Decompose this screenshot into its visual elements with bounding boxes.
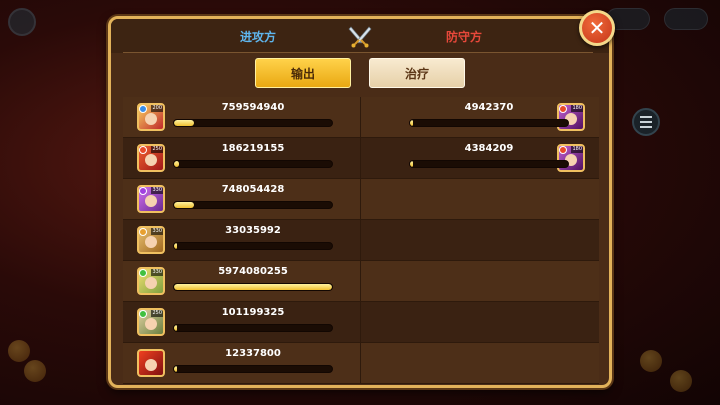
hero-portrait-2[interactable]: 250	[137, 144, 165, 172]
hero-face	[145, 236, 157, 248]
defender-damage-value: 4384209	[464, 143, 514, 154]
damage-bar-fill	[410, 120, 414, 126]
battle-stats-panel: 进攻方 防守方 输出 治疗 200 759594940 250 186219155 33…	[108, 16, 612, 388]
element-gem-icon	[139, 310, 147, 318]
panel-header: 进攻方 防守方	[111, 19, 609, 53]
attacker-damage-value: 748054428	[221, 184, 285, 195]
header-divider	[123, 52, 593, 53]
background-coin-icon	[24, 360, 46, 382]
close-button[interactable]: ✕	[579, 10, 615, 46]
hero-portrait-5[interactable]: 330	[137, 267, 165, 295]
attacker-damage-bar	[173, 242, 333, 250]
hero-portrait-3[interactable]: 330	[137, 185, 165, 213]
hero-portrait-6[interactable]: 250	[137, 308, 165, 336]
tab-output[interactable]: 输出	[255, 58, 351, 88]
hero-level: 330	[151, 269, 163, 276]
hero-face	[145, 277, 157, 289]
hero-level: 180	[571, 146, 583, 153]
hero-level: 330	[151, 228, 163, 235]
damage-bar-fill	[174, 161, 179, 167]
hero-level: 330	[151, 187, 163, 194]
attacker-damage-bar	[173, 119, 333, 127]
defender-damage-bar	[409, 160, 569, 168]
hero-portrait-4[interactable]: 330	[137, 226, 165, 254]
element-gem-icon	[139, 187, 147, 195]
attacker-damage-bar	[173, 201, 333, 209]
background-coin-icon	[8, 340, 30, 362]
hero-level: 250	[151, 310, 163, 317]
attacker-damage-value: 186219155	[221, 143, 285, 154]
element-gem-icon	[139, 228, 147, 236]
attacker-damage-value: 33035992	[225, 225, 281, 236]
attack-side-label: 进攻方	[239, 30, 276, 44]
damage-bar-fill	[410, 161, 414, 167]
element-gem-icon	[139, 146, 147, 154]
attacker-damage-value: 759594940	[221, 102, 285, 113]
hero-face	[145, 113, 157, 125]
column-divider	[360, 97, 361, 383]
background-coin-icon	[640, 350, 662, 372]
attacker-damage-bar	[173, 160, 333, 168]
stats-rows: 200 759594940 250 186219155 330 748054428 330 3…	[123, 97, 599, 384]
defender-damage-value: 4942370	[464, 102, 514, 113]
element-gem-icon	[139, 269, 147, 277]
background-pause-button	[664, 8, 708, 30]
hero-face	[145, 318, 157, 330]
attacker-damage-bar	[173, 324, 333, 332]
list-menu-icon[interactable]	[632, 108, 660, 136]
damage-bar-fill	[174, 202, 194, 208]
defender-damage-bar	[409, 119, 569, 127]
hero-portrait-7[interactable]	[137, 349, 165, 377]
attacker-damage-value: 101199325	[221, 307, 285, 318]
hero-level: 200	[151, 105, 163, 112]
hero-level: 180	[571, 105, 583, 112]
background-coin-icon	[670, 370, 692, 392]
tab-heal[interactable]: 治疗	[369, 58, 465, 88]
damage-bar-fill	[174, 325, 178, 331]
attacker-damage-value: 12337800	[225, 348, 281, 359]
hero-face	[145, 195, 157, 207]
damage-bar-fill	[174, 284, 332, 290]
defense-side-label: 防守方	[445, 30, 482, 44]
damage-bar-fill	[174, 366, 178, 372]
close-icon: ✕	[588, 16, 606, 40]
attacker-damage-bar	[173, 365, 333, 373]
hero-face	[145, 359, 157, 371]
attacker-damage-bar	[173, 283, 333, 291]
damage-bar-fill	[174, 243, 178, 249]
hero-portrait-1[interactable]: 200	[137, 103, 165, 131]
background-button	[8, 8, 36, 36]
crossed-swords-icon	[348, 26, 372, 48]
hero-face	[145, 154, 157, 166]
hero-level: 250	[151, 146, 163, 153]
attacker-damage-value: 5974080255	[218, 266, 288, 277]
element-gem-icon	[139, 105, 147, 113]
damage-bar-fill	[174, 120, 195, 126]
